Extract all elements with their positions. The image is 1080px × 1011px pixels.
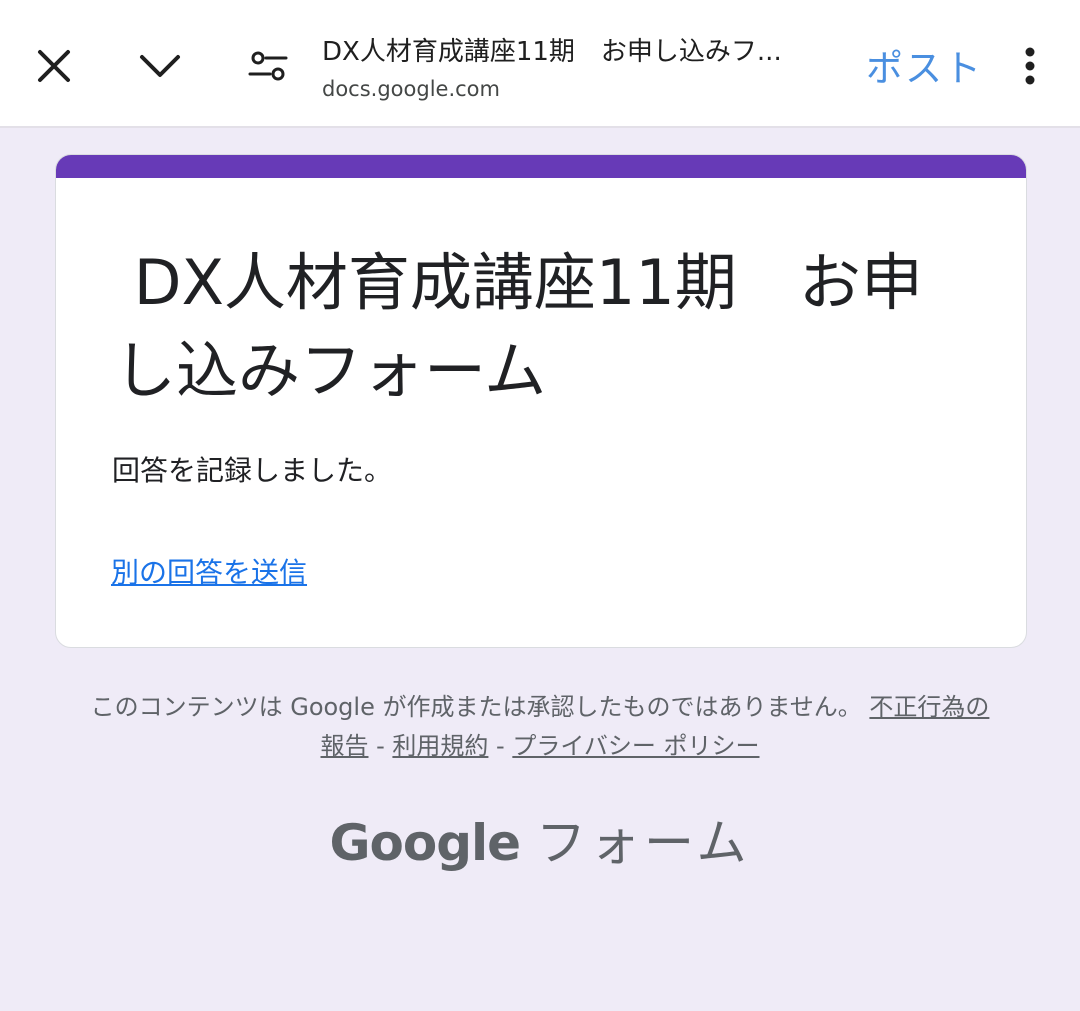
privacy-policy-link[interactable]: プライバシー ポリシー (512, 732, 759, 760)
disclaimer-text: このコンテンツは Google が作成または承認したものではありません。 (90, 693, 862, 721)
page-settings-icon (248, 51, 288, 81)
card-accent-bar (56, 155, 1026, 178)
more-options-button[interactable] (1000, 36, 1060, 96)
page-url: docs.google.com (322, 77, 500, 101)
close-button[interactable] (24, 36, 84, 96)
close-icon (38, 50, 70, 82)
more-vert-icon (1025, 47, 1035, 85)
terms-link[interactable]: 利用規約 (392, 732, 488, 760)
google-wordmark: Google (329, 814, 521, 872)
chevron-down-icon (140, 55, 180, 77)
browser-top-bar: DX人材育成講座11期 お申し込みフ... docs.google.com ポス… (0, 0, 1080, 128)
form-title: DX人材育成講座11期 お申し込みフォーム (114, 246, 923, 407)
post-button[interactable]: ポスト (866, 44, 983, 94)
page-settings-button[interactable] (238, 36, 298, 96)
google-forms-logo[interactable]: Google フォーム (0, 808, 1080, 878)
collapse-button[interactable] (130, 36, 190, 96)
footer-separator: - (368, 732, 393, 760)
confirmation-message: 回答を記録しました。 (112, 454, 393, 487)
page-title: DX人材育成講座11期 お申し込みフ... (322, 37, 782, 67)
form-confirmation-card: DX人材育成講座11期 お申し込みフォーム 回答を記録しました。 別の回答を送信 (55, 154, 1027, 648)
footer-disclaimer: このコンテンツは Google が作成または承認したものではありません。 不正行… (90, 688, 990, 766)
footer-separator: - (488, 732, 513, 760)
forms-wordmark: フォーム (536, 814, 751, 872)
submit-another-response-link[interactable]: 別の回答を送信 (111, 553, 307, 593)
